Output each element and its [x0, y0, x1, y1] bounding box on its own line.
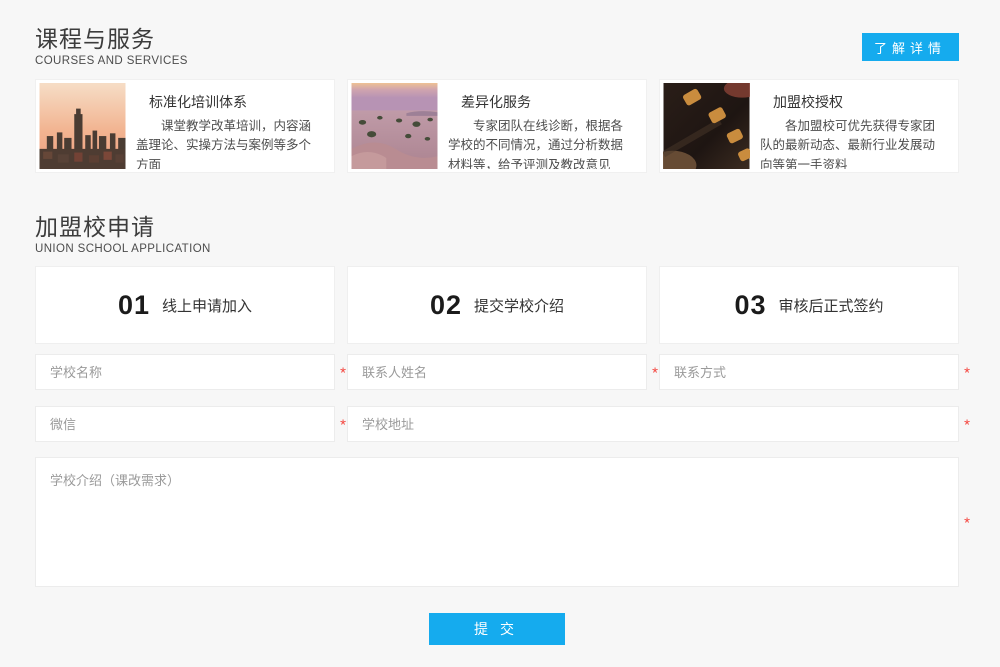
- wechat-field: *: [35, 406, 335, 442]
- application-subtitle: UNION SCHOOL APPLICATION: [35, 242, 959, 257]
- film-strip-image: [663, 83, 750, 169]
- school-address-field: *: [347, 406, 959, 442]
- required-asterisk: *: [964, 366, 970, 381]
- card-body: 标准化培训体系 课堂教学改革培训，内容涵盖理论、实操方法与案例等多个方面: [126, 83, 331, 169]
- course-cards: 标准化培训体系 课堂教学改革培训，内容涵盖理论、实操方法与案例等多个方面: [35, 79, 959, 173]
- course-card-training-system: 标准化培训体系 课堂教学改革培训，内容涵盖理论、实操方法与案例等多个方面: [35, 79, 335, 173]
- courses-section-header: 课程与服务 COURSES AND SERVICES 了解详情: [35, 0, 959, 69]
- school-name-input[interactable]: [35, 354, 335, 390]
- step-label: 线上申请加入: [162, 295, 252, 316]
- wechat-input[interactable]: [35, 406, 335, 442]
- courses-subtitle: COURSES AND SERVICES: [35, 54, 188, 69]
- card-body: 差异化服务 专家团队在线诊断，根据各学校的不同情况，通过分析数据材料等，给予评测…: [438, 83, 643, 169]
- required-asterisk: *: [964, 516, 970, 531]
- course-card-franchise-authorization: 加盟校授权 各加盟校可优先获得专家团队的最新动态、最新行业发展动向等第一手资料: [659, 79, 959, 173]
- step-label: 审核后正式签约: [779, 295, 884, 316]
- contact-method-field: *: [659, 354, 959, 390]
- desert-dusk-image: [351, 83, 438, 169]
- step-card-online-apply: 01 线上申请加入: [35, 266, 335, 344]
- card-title: 加盟校授权: [773, 92, 947, 112]
- school-address-input[interactable]: [347, 406, 959, 442]
- city-skyline-sunset-image: [39, 83, 126, 169]
- card-description: 各加盟校可优先获得专家团队的最新动态、最新行业发展动向等第一手资料: [760, 117, 947, 169]
- submit-button[interactable]: 提交: [429, 613, 565, 645]
- card-title: 差异化服务: [461, 92, 635, 112]
- application-form: * * * * * *: [35, 354, 959, 645]
- contact-name-input[interactable]: [347, 354, 647, 390]
- card-body: 加盟校授权 各加盟校可优先获得专家团队的最新动态、最新行业发展动向等第一手资料: [750, 83, 955, 169]
- step-number: 01: [118, 290, 150, 321]
- course-card-differentiated-service: 差异化服务 专家团队在线诊断，根据各学校的不同情况，通过分析数据材料等，给予评测…: [347, 79, 647, 173]
- application-section-header: 加盟校申请 UNION SCHOOL APPLICATION: [35, 213, 959, 257]
- school-intro-textarea[interactable]: [35, 457, 959, 587]
- application-title: 加盟校申请: [35, 213, 959, 241]
- courses-title-block: 课程与服务 COURSES AND SERVICES: [35, 25, 188, 69]
- required-asterisk: *: [340, 366, 346, 381]
- card-description: 课堂教学改革培训，内容涵盖理论、实操方法与案例等多个方面: [136, 117, 323, 169]
- card-description: 专家团队在线诊断，根据各学校的不同情况，通过分析数据材料等，给予评测及教改意见: [448, 117, 635, 169]
- contact-name-field: *: [347, 354, 647, 390]
- school-name-field: *: [35, 354, 335, 390]
- card-title: 标准化培训体系: [149, 92, 323, 112]
- step-label: 提交学校介绍: [474, 295, 564, 316]
- contact-method-input[interactable]: [659, 354, 959, 390]
- step-card-submit-intro: 02 提交学校介绍: [347, 266, 647, 344]
- learn-more-button[interactable]: 了解详情: [862, 33, 959, 61]
- application-steps: 01 线上申请加入 02 提交学校介绍 03 审核后正式签约: [35, 266, 959, 344]
- required-asterisk: *: [652, 366, 658, 381]
- courses-title: 课程与服务: [35, 25, 188, 53]
- required-asterisk: *: [340, 418, 346, 433]
- required-asterisk: *: [964, 418, 970, 433]
- step-number: 03: [734, 290, 766, 321]
- school-intro-field: *: [35, 457, 959, 587]
- step-card-sign-contract: 03 审核后正式签约: [659, 266, 959, 344]
- step-number: 02: [430, 290, 462, 321]
